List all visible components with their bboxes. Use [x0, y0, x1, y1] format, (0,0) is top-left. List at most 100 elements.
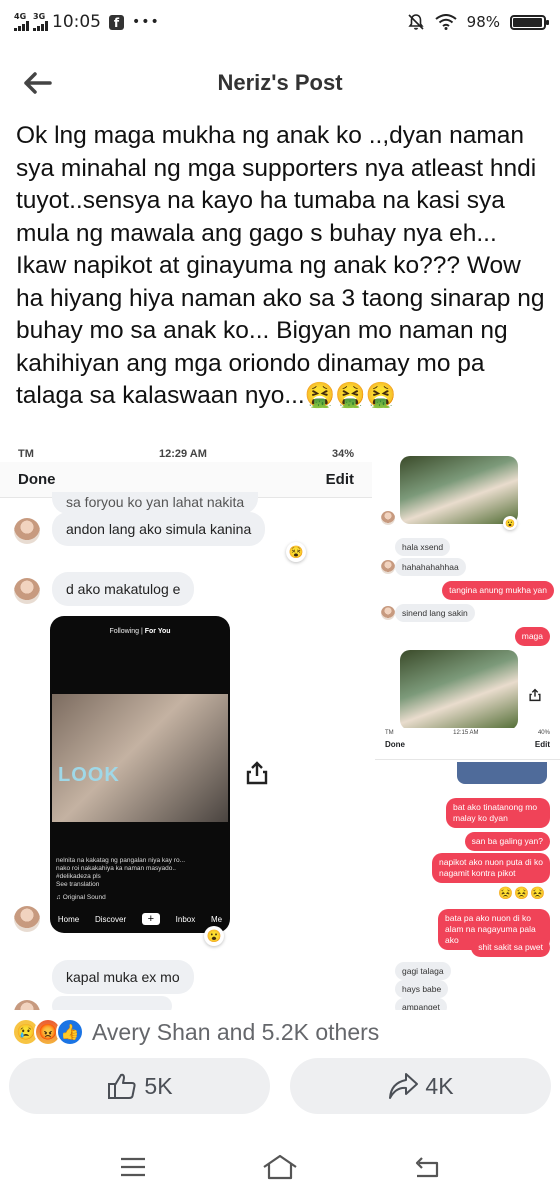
ios-overlay-header: TM 12:15 AM 40% Done Edit: [375, 728, 560, 760]
status-right: 98%: [407, 13, 549, 31]
chat-bubble: gagi talaga: [395, 962, 451, 980]
system-navigation-bar: [0, 1140, 560, 1194]
chat-bubble: hahahahahhaa: [395, 558, 466, 576]
status-time: 10:05: [52, 12, 101, 32]
menu-button[interactable]: [113, 1147, 153, 1187]
reactions-summary[interactable]: 😢 😡 👍 Avery Shan and 5.2K others: [12, 1016, 379, 1048]
tiktok-navbar: Home Discover + Inbox Me: [50, 905, 230, 933]
battery-percent: 98%: [466, 13, 500, 31]
chat-bubble-sent: maga: [514, 627, 550, 646]
chat-bubble-sent: bat ako tinatanong mo malay ko dyan: [446, 798, 550, 828]
thumbs-up-icon: [108, 1073, 136, 1099]
tiktok-look-text: LOOK: [58, 764, 120, 786]
avatar: [14, 518, 40, 544]
tiktok-caption-text: nelnita na kakatag ng pangalan niya kay …: [56, 857, 186, 880]
share-upload-icon: [529, 688, 541, 702]
tiktok-sound: ♫ Original Sound: [56, 894, 106, 901]
tiktok-following: Following: [109, 628, 140, 635]
chat-bubble: sinend lang sakin: [395, 604, 475, 622]
avatar: [381, 560, 395, 574]
back-nav-button[interactable]: [407, 1147, 447, 1187]
reaction-emojis: 😣😣😣: [498, 886, 546, 900]
tiktok-nav-plus: +: [141, 913, 160, 925]
chat-bubble: ampanget: [395, 998, 447, 1010]
reaction-emoji: 😮: [503, 516, 517, 530]
share-upload-icon: [246, 761, 268, 785]
home-button[interactable]: [260, 1147, 300, 1187]
tiktok-nav-me: Me: [210, 914, 223, 924]
chat-bubble-sent: tangina anung mukha yan: [442, 581, 554, 600]
back-button[interactable]: [20, 66, 54, 100]
chat-bubble-sent: shit sakit sa pwet: [471, 938, 550, 957]
done-label: Done: [18, 471, 56, 488]
ios-carrier: TM: [18, 448, 34, 460]
chat-bubble: andon lang ako simula kanina: [52, 512, 266, 546]
avatar: [381, 511, 395, 525]
network-4g: 4G: [14, 13, 29, 31]
tiktok-see-translation: See translation: [56, 881, 100, 888]
sent-photo: [400, 456, 518, 524]
tiktok-tabs: Following | For You: [109, 628, 171, 635]
tiktok-sound-label: Original Sound: [62, 894, 106, 901]
avatar: [14, 1000, 40, 1010]
tiktok-video-preview[interactable]: Following | For You LOOK nelnita na kaka…: [50, 616, 230, 933]
mute-bell-icon: [408, 14, 424, 30]
avatar: [14, 578, 40, 604]
more-notifications-icon: •••: [132, 14, 160, 30]
reaction-emoji: 😵: [286, 542, 306, 562]
ios-battery: 40%: [537, 730, 550, 736]
sent-photo: [400, 650, 518, 730]
chat-bubble-cut-off: [52, 996, 172, 1010]
tiktok-video-frame: [52, 694, 228, 822]
ios-overlay-nav: Done Edit: [375, 736, 560, 749]
ios-overlay-status: TM 12:15 AM 40%: [375, 728, 560, 736]
tiktok-nav-home: Home: [57, 914, 80, 924]
share-button[interactable]: 4K: [290, 1058, 551, 1114]
signal-bars-icon: [33, 21, 48, 31]
home-icon: [263, 1154, 297, 1180]
signal-bars-icon: [14, 21, 29, 31]
share-count: 4K: [425, 1072, 454, 1099]
network-4g-label: 4G: [14, 12, 27, 21]
chat-bubble-sent: san ba galing yan?: [464, 832, 550, 851]
back-arrow-icon: [24, 72, 52, 94]
ios-time: 12:29 AM: [158, 448, 207, 460]
reaction-emoji: 😮: [204, 926, 224, 946]
share-arrow-icon: [389, 1073, 419, 1099]
attached-screenshot-right[interactable]: 😮 hala xsend hahahahahhaa tangina anung …: [375, 448, 560, 1010]
reactions-text: Avery Shan and 5.2K others: [92, 1018, 380, 1045]
chat-bubble: d ako makatulog e: [52, 572, 195, 606]
chat-bubble-sent: napikot ako nuon puta di ko nagamit kont…: [432, 853, 550, 883]
post-actions: 5K 4K: [0, 1058, 560, 1116]
facebook-notification-icon: f: [109, 14, 124, 30]
post-header: Neriz's Post: [0, 56, 560, 110]
ios-battery: 34%: [331, 448, 354, 460]
back-nav-icon: [415, 1157, 438, 1178]
attached-screenshot-left[interactable]: TM 12:29 AM 34% Done Edit sa foryou ko y…: [0, 448, 372, 1010]
like-reaction-icon: 👍: [56, 1018, 84, 1046]
edit-label: Edit: [325, 471, 354, 488]
ios-carrier: TM: [385, 730, 394, 736]
page-title: Neriz's Post: [217, 70, 343, 95]
menu-icon: [121, 1157, 146, 1177]
status-left: 4G 3G 10:05 f •••: [14, 12, 160, 32]
network-3g-label: 3G: [33, 12, 46, 21]
status-bar: 4G 3G 10:05 f ••• 98%: [0, 0, 560, 44]
post-text: Ok lng maga mukha ng anak ko ..,dyan nam…: [16, 120, 546, 413]
edit-label: Edit: [534, 740, 550, 749]
wifi-icon: [435, 14, 457, 30]
chat-bubble-partial: sa foryou ko yan lahat nakita: [52, 492, 259, 514]
ios-status-bar: TM 12:29 AM 34%: [0, 448, 372, 462]
ios-time: 12:15 AM: [453, 730, 479, 736]
avatar: [381, 606, 395, 620]
done-label: Done: [385, 740, 405, 749]
vomit-emojis: 🤮🤮🤮: [304, 382, 397, 409]
tiktok-caption: nelnita na kakatag ng pangalan niya kay …: [56, 857, 196, 889]
post-body: Ok lng maga mukha ng anak ko ..,dyan nam…: [16, 122, 545, 409]
tiktok-for-you: For You: [144, 628, 171, 635]
like-button[interactable]: 5K: [9, 1058, 270, 1114]
avatar: [14, 906, 40, 932]
tiktok-nav-discover: Discover: [94, 914, 127, 924]
chat-bubble: hays babe: [395, 980, 449, 998]
network-3g: 3G: [33, 13, 48, 31]
